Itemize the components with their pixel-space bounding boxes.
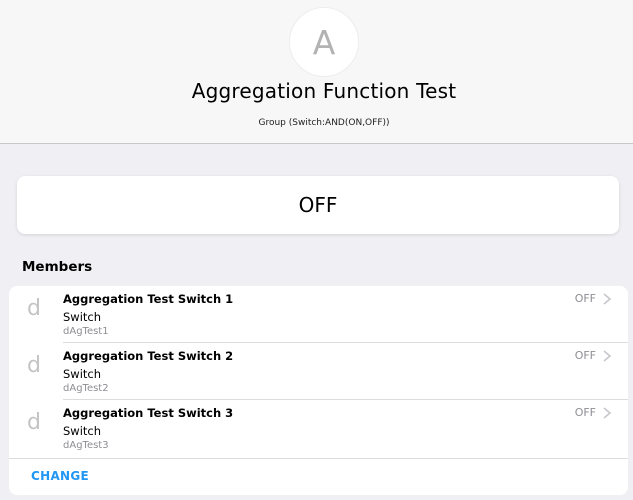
group-header: A Aggregation Function Test Group (Switc… <box>0 0 633 144</box>
group-state-card[interactable]: OFF <box>17 176 619 234</box>
member-item[interactable]: d Aggregation Test Switch 3 Switch dAgTe… <box>9 400 628 457</box>
change-members-button[interactable]: CHANGE <box>31 469 89 483</box>
group-avatar: A <box>289 7 359 77</box>
page-title: Aggregation Function Test <box>191 79 457 103</box>
member-id: dAgTest2 <box>63 383 109 394</box>
member-type: Switch <box>63 310 102 324</box>
member-id: dAgTest1 <box>63 326 109 337</box>
member-icon: d <box>27 296 41 321</box>
member-name: Aggregation Test Switch 1 <box>63 292 234 306</box>
group-state-value: OFF <box>298 193 338 217</box>
member-state: OFF <box>574 349 596 362</box>
page-subtitle: Group (Switch:AND(ON,OFF)) <box>258 118 390 128</box>
members-list: d Aggregation Test Switch 1 Switch dAgTe… <box>9 286 628 495</box>
chevron-right-icon <box>603 293 612 305</box>
change-row: CHANGE <box>9 458 628 495</box>
member-name: Aggregation Test Switch 2 <box>63 349 234 363</box>
member-state: OFF <box>574 292 596 305</box>
members-section-title: Members <box>22 259 93 275</box>
chevron-right-icon <box>603 350 612 362</box>
chevron-right-icon <box>603 407 612 419</box>
member-type: Switch <box>63 367 102 381</box>
member-item[interactable]: d Aggregation Test Switch 2 Switch dAgTe… <box>9 343 628 400</box>
member-name: Aggregation Test Switch 3 <box>63 406 234 420</box>
member-id: dAgTest3 <box>63 440 109 451</box>
member-icon: d <box>27 353 41 378</box>
member-type: Switch <box>63 424 102 438</box>
member-icon: d <box>27 410 41 435</box>
member-item[interactable]: d Aggregation Test Switch 1 Switch dAgTe… <box>9 286 628 343</box>
member-state: OFF <box>574 406 596 419</box>
